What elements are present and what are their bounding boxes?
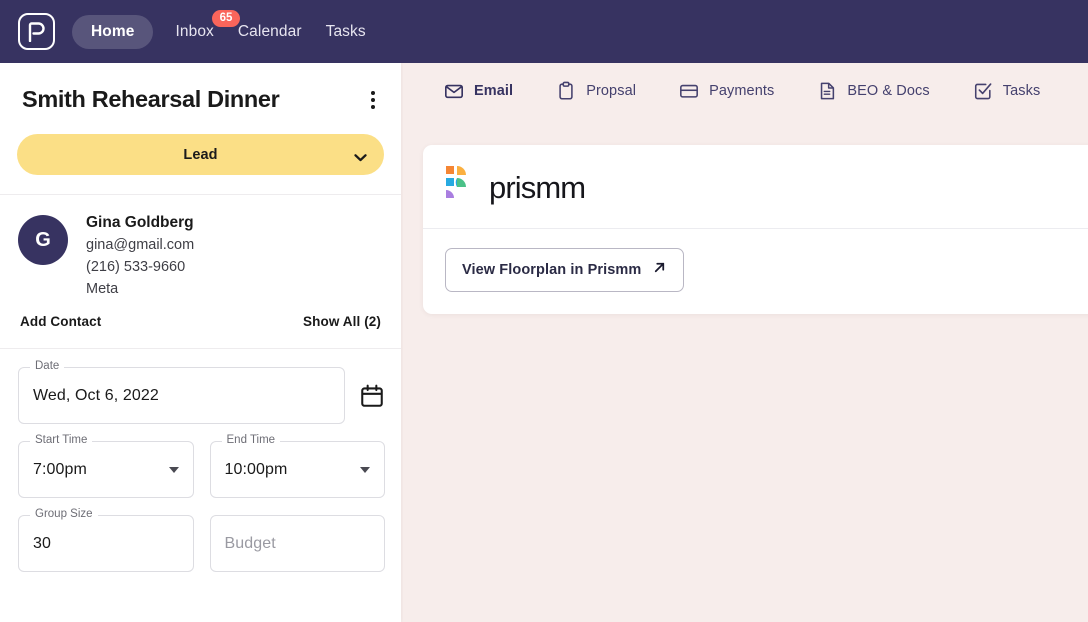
nav-item-home[interactable]: Home [72, 14, 154, 49]
tab-beo-docs[interactable]: BEO & Docs [817, 81, 930, 101]
size-budget-row: Group Size 30 Budget [18, 509, 385, 573]
main-panel: Email Propsal Payments BEO & Docs Tasks … [403, 63, 1088, 622]
view-floorplan-button[interactable]: View Floorplan in Prismm [445, 248, 685, 292]
view-floorplan-label: View Floorplan in Prismm [462, 262, 642, 278]
end-time-field-label: End Time [221, 435, 281, 447]
document-icon [817, 81, 837, 101]
contact-phone[interactable]: (216) 533-9660 [86, 256, 194, 278]
tab-payments-label: Payments [709, 83, 775, 99]
date-field-label: Date [30, 361, 65, 373]
inbox-unread-badge: 65 [212, 9, 240, 27]
tab-proposal[interactable]: Propsal [556, 81, 636, 101]
nav-item-inbox-label: Inbox [175, 22, 214, 40]
event-fields: Date Wed, Oct 6, 2022 Start Time 7:00pm [0, 349, 401, 573]
contact-name: Gina Goldberg [86, 214, 194, 231]
tab-tasks[interactable]: Tasks [973, 81, 1041, 101]
end-time-field[interactable]: End Time 10:00pm [209, 435, 385, 499]
prismm-logo-icon [445, 165, 475, 210]
caret-down-icon [360, 466, 370, 473]
chevron-down-icon [354, 149, 367, 161]
prismm-card-header: prismm [423, 145, 1088, 229]
page-title: Smith Rehearsal Dinner [22, 86, 280, 112]
group-size-field[interactable]: Group Size 30 [18, 509, 194, 573]
top-navigation-bar: Home Inbox 65 Calendar Tasks [0, 0, 1088, 63]
contact-actions: Add Contact Show All (2) [0, 300, 401, 329]
kebab-dot [371, 91, 375, 95]
envelope-icon [444, 81, 464, 101]
prismm-integration-card: prismm View Floorplan in Prismm [423, 145, 1088, 314]
prismm-card-body: View Floorplan in Prismm [423, 229, 1088, 314]
content-tabs: Email Propsal Payments BEO & Docs Tasks [403, 63, 1088, 119]
kebab-menu-icon[interactable] [365, 85, 381, 115]
tab-beo-docs-label: BEO & Docs [847, 83, 930, 99]
contact-company: Meta [86, 280, 119, 297]
checkbox-check-icon [973, 81, 993, 101]
credit-card-icon [679, 81, 699, 101]
start-time-field-value: 7:00pm [33, 460, 87, 478]
nav-item-home-label: Home [91, 22, 135, 40]
nav-item-calendar[interactable]: Calendar [238, 23, 302, 41]
app-root: Home Inbox 65 Calendar Tasks Smith Rehea… [0, 0, 1088, 622]
tab-email-label: Email [474, 83, 514, 99]
nav-item-inbox[interactable]: Inbox 65 [175, 9, 240, 41]
add-contact-button[interactable]: Add Contact [20, 314, 101, 329]
avatar: G [18, 215, 68, 265]
nav-item-tasks[interactable]: Tasks [326, 23, 366, 41]
tab-tasks-label: Tasks [1002, 83, 1041, 99]
end-time-field-value: 10:00pm [224, 460, 288, 478]
start-time-field[interactable]: Start Time 7:00pm [18, 435, 194, 499]
status-dropdown[interactable]: Lead [17, 134, 384, 175]
budget-field[interactable]: Budget [209, 515, 385, 573]
start-time-field-label: Start Time [30, 435, 93, 447]
status-badge: Lead [183, 146, 218, 163]
tab-payments[interactable]: Payments [679, 81, 774, 101]
prismm-brand-name: prismm [489, 170, 586, 205]
calendar-icon[interactable] [359, 383, 385, 409]
clipboard-icon [556, 81, 576, 101]
contact-email[interactable]: gina@gmail.com [86, 234, 194, 256]
date-row: Date Wed, Oct 6, 2022 [18, 361, 385, 425]
time-row: Start Time 7:00pm End Time 10:00pm [18, 435, 385, 499]
show-all-contacts-button[interactable]: Show All (2) [303, 314, 381, 329]
arrow-up-right-icon [652, 260, 667, 280]
group-size-field-value: 30 [33, 534, 51, 552]
group-size-field-label: Group Size [30, 509, 98, 521]
prospect-p-logo-icon[interactable] [18, 13, 55, 50]
tab-proposal-label: Propsal [586, 83, 637, 99]
sidebar-header: Smith Rehearsal Dinner [0, 63, 401, 115]
tab-email[interactable]: Email [444, 81, 513, 101]
budget-field-placeholder: Budget [224, 534, 276, 552]
date-field[interactable]: Date Wed, Oct 6, 2022 [18, 361, 345, 425]
date-field-value: Wed, Oct 6, 2022 [33, 386, 159, 404]
caret-down-icon [168, 466, 179, 473]
kebab-dot [371, 105, 375, 109]
event-details-sidebar: Smith Rehearsal Dinner Lead G Gina Goldb… [0, 63, 401, 622]
primary-contact: G Gina Goldberg gina@gmail.com (216) 533… [0, 195, 401, 300]
kebab-dot [371, 98, 375, 102]
